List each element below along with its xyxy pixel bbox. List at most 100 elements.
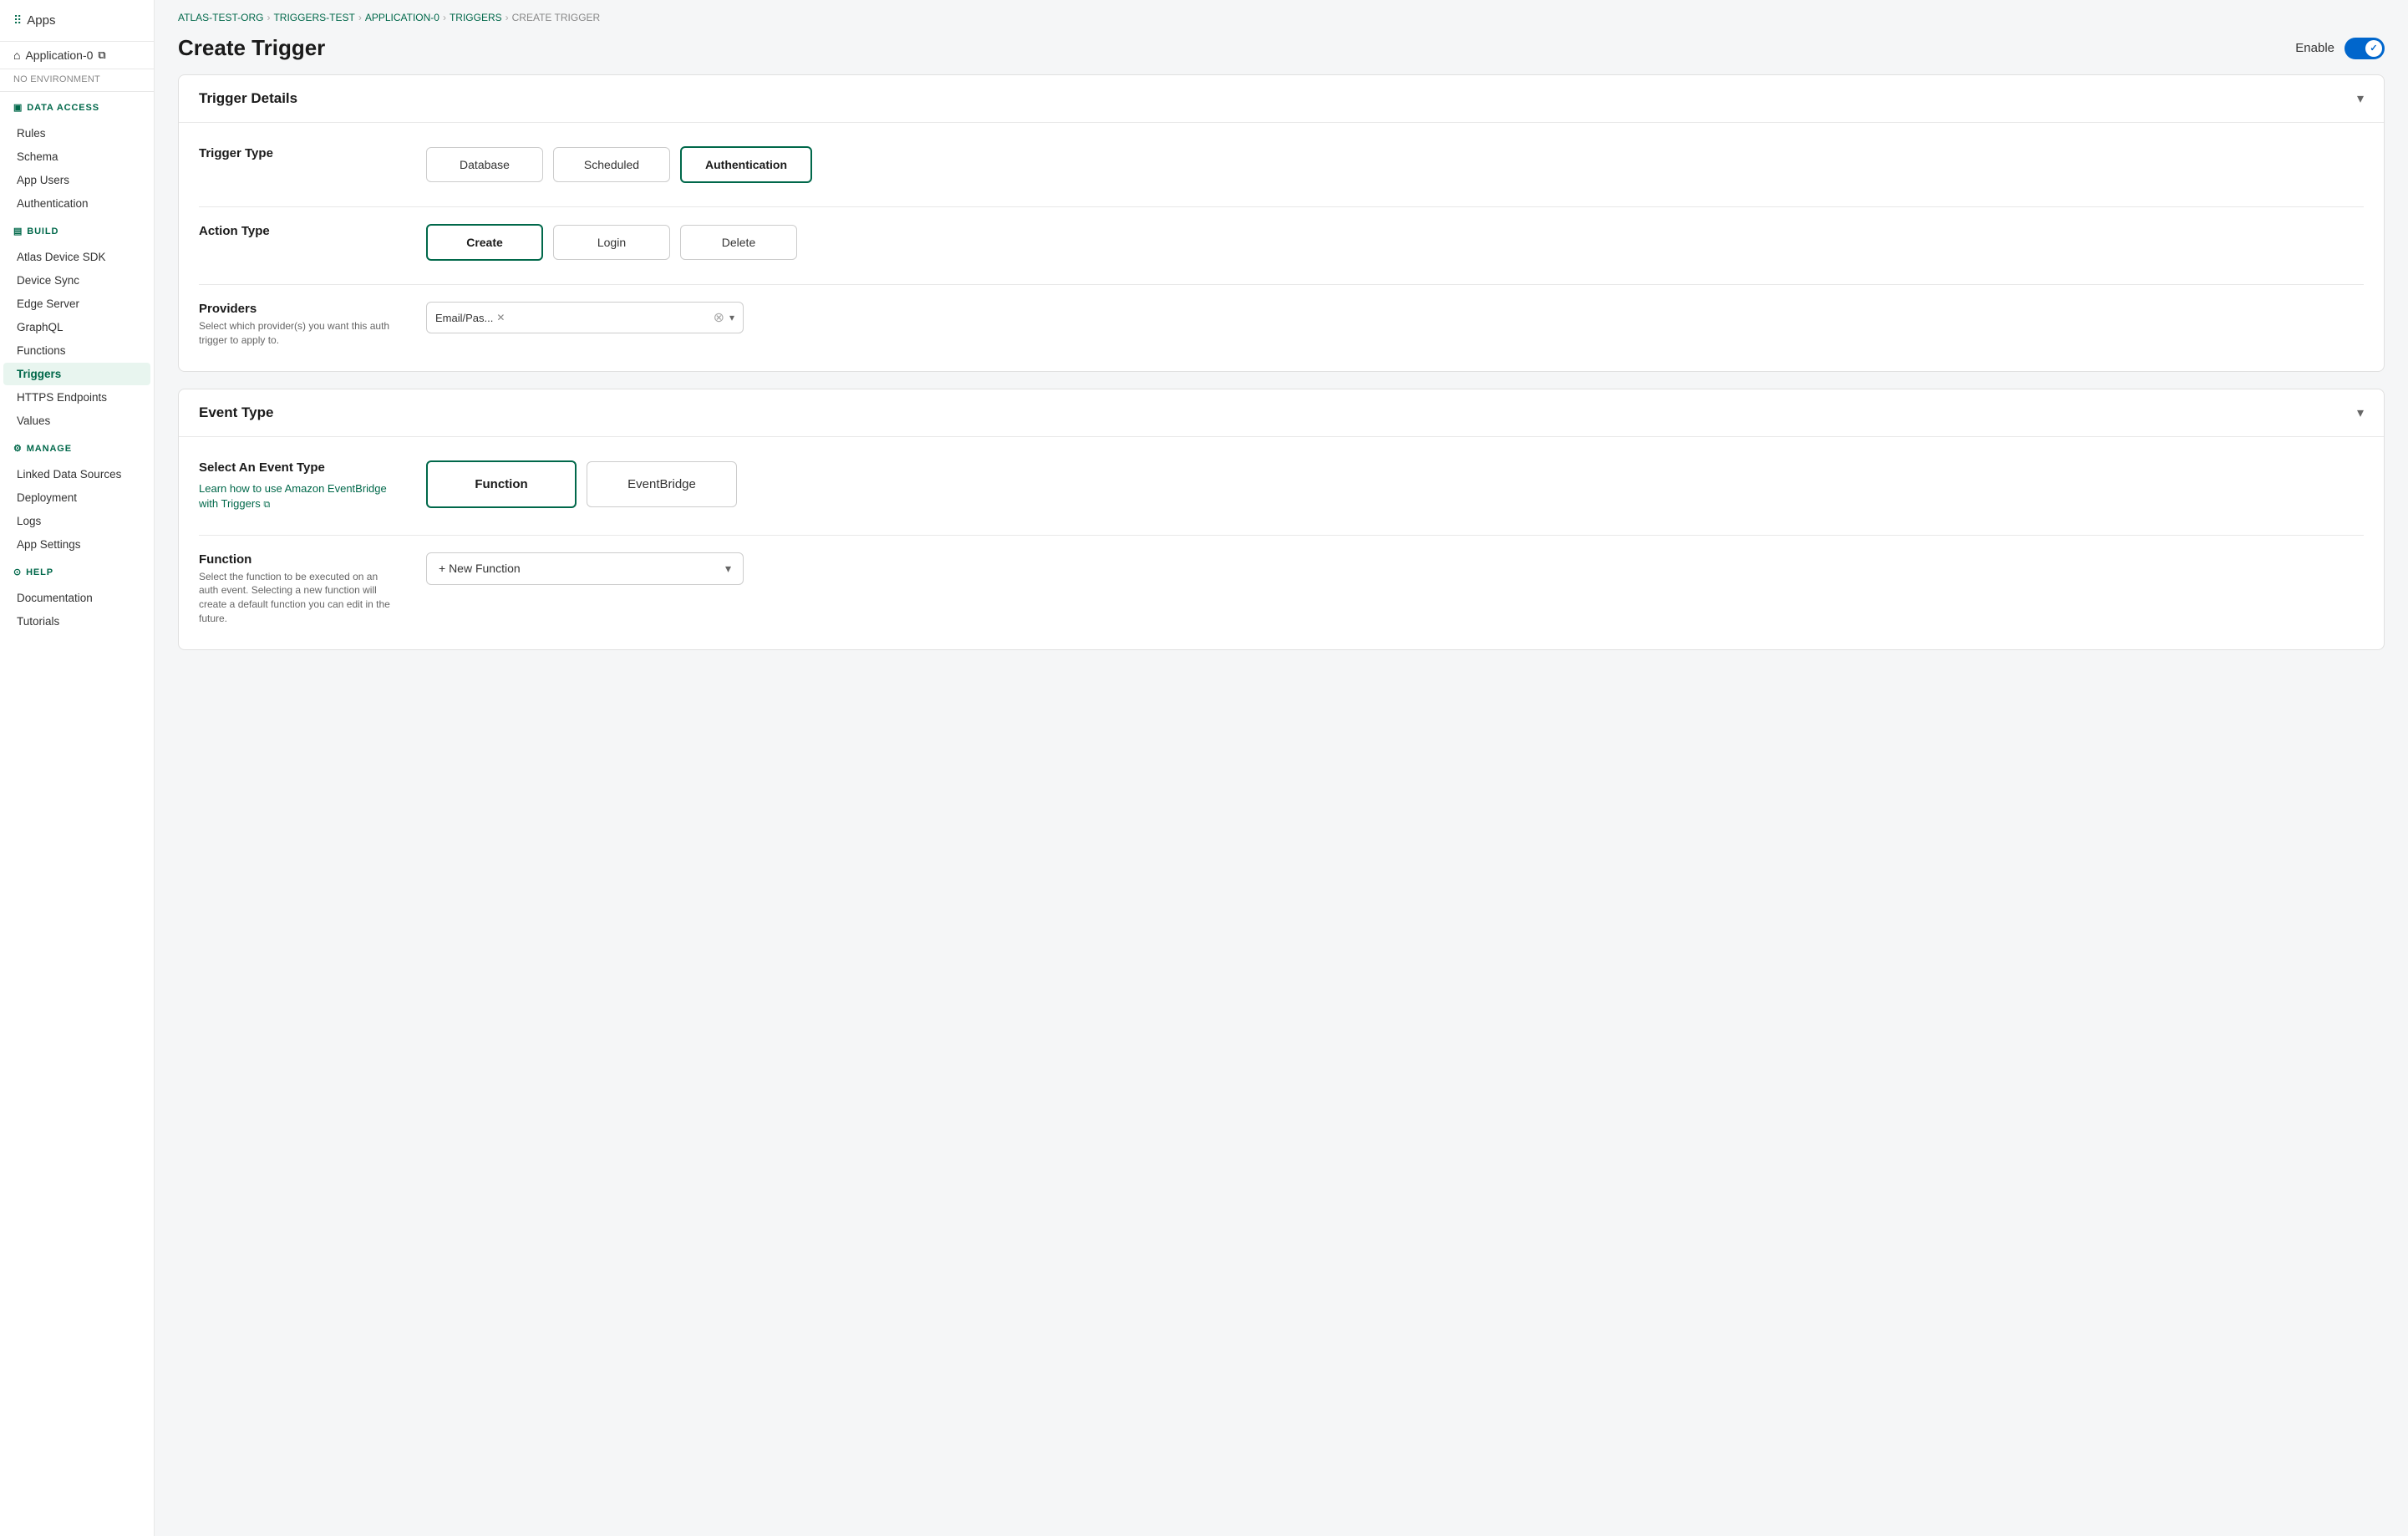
sidebar-item-logs[interactable]: Logs <box>3 510 150 532</box>
data-access-section-label: ▣ DATA ACCESS <box>13 102 140 113</box>
sidebar-item-functions[interactable]: Functions <box>3 339 150 362</box>
select-event-type-label: Select An Event Type <box>199 460 399 475</box>
external-link-icon: ⧉ <box>263 500 270 510</box>
sidebar-item-authentication[interactable]: Authentication <box>3 192 150 215</box>
breadcrumb-org[interactable]: ATLAS-TEST-ORG <box>178 12 263 23</box>
sidebar-item-triggers[interactable]: Triggers <box>3 363 150 385</box>
help-section-label: ⊙ HELP <box>13 567 140 577</box>
providers-clear-icon[interactable]: ⊗ <box>714 309 724 326</box>
breadcrumb-sep-1: › <box>267 12 270 23</box>
sidebar-item-app-settings[interactable]: App Settings <box>3 533 150 556</box>
no-environment-label: NO ENVIRONMENT <box>0 69 154 92</box>
main-content: ATLAS-TEST-ORG › TRIGGERS-TEST › APPLICA… <box>155 0 2408 1536</box>
apps-link[interactable]: ⠿ Apps <box>13 10 140 31</box>
trigger-type-row: Trigger Type Database Scheduled Authenti… <box>199 146 2364 183</box>
trigger-type-scheduled-btn[interactable]: Scheduled <box>553 147 670 182</box>
action-type-login-btn[interactable]: Login <box>553 225 670 260</box>
enable-toggle[interactable]: ✓ <box>2344 38 2385 59</box>
sidebar-item-rules[interactable]: Rules <box>3 122 150 145</box>
providers-sublabel: Select which provider(s) you want this a… <box>199 319 399 348</box>
learn-link-text: Learn how to use Amazon EventBridge with… <box>199 482 387 510</box>
breadcrumb-sep-3: › <box>443 12 446 23</box>
sidebar-item-device-sync[interactable]: Device Sync <box>3 269 150 292</box>
toggle-check-icon: ✓ <box>2370 43 2377 53</box>
grid-icon: ⠿ <box>13 13 22 28</box>
event-type-controls: Function EventBridge <box>426 460 2364 508</box>
manage-section-label: ⚙ MANAGE <box>13 443 140 454</box>
event-type-collapse[interactable]: ▾ <box>2357 404 2364 421</box>
sidebar-item-tutorials[interactable]: Tutorials <box>3 610 150 633</box>
help-nav: Documentation Tutorials <box>0 586 154 633</box>
trigger-type-controls: Database Scheduled Authentication <box>426 146 2364 183</box>
function-label: Function <box>199 552 399 567</box>
copy-icon[interactable]: ⧉ <box>98 48 105 62</box>
function-dropdown-value: + New Function <box>439 562 521 575</box>
action-type-create-btn[interactable]: Create <box>426 224 543 261</box>
app-name-label: Application-0 <box>25 48 93 62</box>
provider-tag-label: Email/Pas... <box>435 312 493 324</box>
trigger-details-card: Trigger Details ▾ Trigger Type Database … <box>178 74 2385 372</box>
provider-tag-email: Email/Pas... ✕ <box>435 312 505 324</box>
event-type-title: Event Type <box>199 404 273 421</box>
trigger-details-title: Trigger Details <box>199 90 297 107</box>
breadcrumb-sep-2: › <box>358 12 362 23</box>
function-sublabel: Select the function to be executed on an… <box>199 570 399 626</box>
action-type-delete-btn[interactable]: Delete <box>680 225 797 260</box>
manage-nav: Linked Data Sources Deployment Logs App … <box>0 462 154 557</box>
learn-eventbridge-link[interactable]: Learn how to use Amazon EventBridge with… <box>199 482 387 510</box>
breadcrumb-application[interactable]: APPLICATION-0 <box>365 12 439 23</box>
select-event-type-row: Select An Event Type Learn how to use Am… <box>199 460 2364 511</box>
sidebar-item-documentation[interactable]: Documentation <box>3 587 150 609</box>
event-type-function-btn[interactable]: Function <box>426 460 577 508</box>
trigger-details-header: Trigger Details ▾ <box>179 75 2384 123</box>
breadcrumb-triggers-test[interactable]: TRIGGERS-TEST <box>273 12 354 23</box>
sidebar-item-app-users[interactable]: App Users <box>3 169 150 191</box>
sidebar-item-schema[interactable]: Schema <box>3 145 150 168</box>
gear-icon: ⚙ <box>13 443 23 454</box>
trigger-details-collapse[interactable]: ▾ <box>2357 90 2364 107</box>
build-section-label: ▤ BUILD <box>13 226 140 237</box>
providers-actions: ⊗ ▾ <box>714 309 734 326</box>
providers-controls: Email/Pas... ✕ ⊗ ▾ <box>426 302 2364 333</box>
providers-input[interactable]: Email/Pas... ✕ ⊗ ▾ <box>426 302 744 333</box>
action-type-row: Action Type Create Login Delete <box>199 224 2364 261</box>
trigger-type-authentication-btn[interactable]: Authentication <box>680 146 812 183</box>
action-type-controls: Create Login Delete <box>426 224 2364 261</box>
provider-tag-remove[interactable]: ✕ <box>496 312 505 323</box>
breadcrumb-sep-4: › <box>505 12 509 23</box>
data-access-nav: Rules Schema App Users Authentication <box>0 121 154 216</box>
sidebar-item-graphql[interactable]: GraphQL <box>3 316 150 338</box>
function-controls: + New Function ▾ <box>426 552 2364 585</box>
trigger-details-body: Trigger Type Database Scheduled Authenti… <box>179 123 2384 371</box>
database-icon: ▣ <box>13 102 23 113</box>
trigger-type-label: Trigger Type <box>199 146 399 160</box>
toggle-knob: ✓ <box>2365 40 2382 57</box>
event-type-body: Select An Event Type Learn how to use Am… <box>179 437 2384 649</box>
sidebar-item-edge-server[interactable]: Edge Server <box>3 292 150 315</box>
breadcrumb: ATLAS-TEST-ORG › TRIGGERS-TEST › APPLICA… <box>155 0 2408 28</box>
action-type-label: Action Type <box>199 224 399 238</box>
function-dropdown[interactable]: + New Function ▾ <box>426 552 744 585</box>
home-icon: ⌂ <box>13 48 20 62</box>
page-header: Create Trigger Enable ✓ <box>155 28 2408 74</box>
function-dropdown-chevron: ▾ <box>725 562 731 576</box>
sidebar: ⠿ Apps ⌂ Application-0 ⧉ NO ENVIRONMENT … <box>0 0 155 1536</box>
providers-label: Providers <box>199 302 399 316</box>
event-type-eventbridge-btn[interactable]: EventBridge <box>587 461 737 507</box>
sidebar-item-atlas-device-sdk[interactable]: Atlas Device SDK <box>3 246 150 268</box>
breadcrumb-triggers[interactable]: TRIGGERS <box>450 12 502 23</box>
trigger-type-database-btn[interactable]: Database <box>426 147 543 182</box>
event-type-card: Event Type ▾ Select An Event Type Learn … <box>178 389 2385 650</box>
sidebar-item-https-endpoints[interactable]: HTTPS Endpoints <box>3 386 150 409</box>
page-title: Create Trigger <box>178 35 325 61</box>
function-row: Function Select the function to be execu… <box>199 552 2364 626</box>
event-type-header: Event Type ▾ <box>179 389 2384 437</box>
sidebar-item-linked-data-sources[interactable]: Linked Data Sources <box>3 463 150 486</box>
sidebar-item-deployment[interactable]: Deployment <box>3 486 150 509</box>
breadcrumb-current: CREATE TRIGGER <box>512 12 601 23</box>
help-icon: ⊙ <box>13 567 22 577</box>
providers-dropdown-icon[interactable]: ▾ <box>729 312 734 323</box>
sidebar-item-values[interactable]: Values <box>3 409 150 432</box>
providers-row: Providers Select which provider(s) you w… <box>199 302 2364 348</box>
enable-label: Enable <box>2295 41 2334 55</box>
